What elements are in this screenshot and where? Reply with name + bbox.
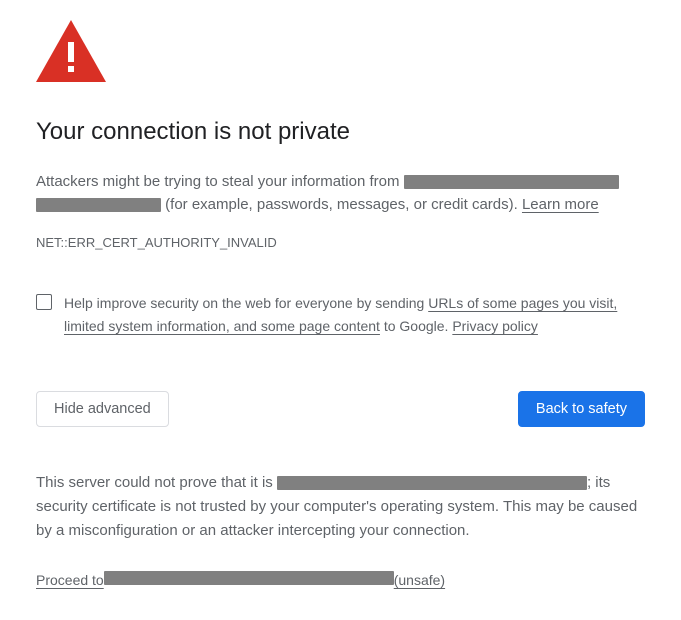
proceed-unsafe-link[interactable]: Proceed to (unsafe) bbox=[36, 571, 445, 588]
consent-checkbox[interactable] bbox=[36, 294, 52, 310]
consent-before: Help improve security on the web for eve… bbox=[64, 295, 428, 311]
redacted-domain-continued bbox=[36, 198, 161, 212]
advanced-before: This server could not prove that it is bbox=[36, 474, 277, 491]
learn-more-link[interactable]: Learn more bbox=[522, 196, 599, 213]
proceed-after: (unsafe) bbox=[394, 572, 445, 588]
privacy-policy-link[interactable]: Privacy policy bbox=[452, 318, 538, 334]
consent-row: Help improve security on the web for eve… bbox=[36, 292, 645, 340]
error-code: NET::ERR_CERT_AUTHORITY_INVALID bbox=[36, 235, 645, 250]
warning-icon bbox=[36, 20, 645, 82]
consent-mid: to Google. bbox=[380, 318, 452, 334]
desc-text-before: Attackers might be trying to steal your … bbox=[36, 173, 404, 190]
consent-text: Help improve security on the web for eve… bbox=[64, 292, 645, 340]
back-to-safety-button[interactable]: Back to safety bbox=[518, 391, 645, 427]
redacted-domain bbox=[404, 175, 619, 189]
desc-text-after: (for example, passwords, messages, or cr… bbox=[161, 196, 522, 213]
redacted-server-name bbox=[277, 476, 587, 490]
proceed-before: Proceed to bbox=[36, 572, 104, 588]
warning-description: Attackers might be trying to steal your … bbox=[36, 170, 645, 217]
redacted-proceed-domain bbox=[104, 571, 394, 585]
hide-advanced-button[interactable]: Hide advanced bbox=[36, 391, 169, 427]
button-row: Hide advanced Back to safety bbox=[36, 391, 645, 427]
page-title: Your connection is not private bbox=[36, 118, 645, 146]
advanced-explanation: This server could not prove that it is ;… bbox=[36, 471, 645, 543]
